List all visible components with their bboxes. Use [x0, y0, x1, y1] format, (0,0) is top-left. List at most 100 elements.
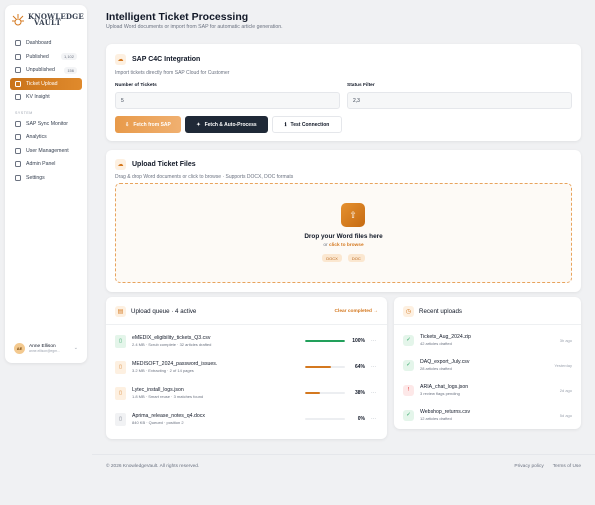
fetch-from-sap-button[interactable]: ⇩ Fetch from SAP	[115, 116, 181, 133]
sidebar-item-unpublished[interactable]: Unpublished 156	[10, 64, 82, 76]
recent-uploads-card: ◷ Recent uploads ✓ Tickets_Aug_2024.zip 42…	[394, 297, 581, 429]
sidebar-item-admin-panel[interactable]: Admin Panel	[10, 158, 82, 170]
cloud-icon: ☁	[115, 54, 126, 65]
sparkle-icon: ✦	[196, 121, 201, 128]
user-email: anne.ellison@egm...	[29, 348, 60, 353]
check-icon: ✓	[403, 359, 414, 371]
sidebar-item-user-management[interactable]: User Management	[10, 145, 82, 157]
dropzone-title: Drop your Word files here	[304, 233, 383, 240]
sidebar-item-ticket-upload[interactable]: Ticket Upload	[10, 77, 82, 90]
insight-icon	[15, 94, 21, 100]
queue-row[interactable]: ▯ eMEDIX_eligibility_tickets_Q3.csv 2.4 MB…	[115, 330, 378, 352]
progress-bar	[305, 417, 345, 421]
queue-row[interactable]: ▯ MEDISOFT_2024_password_issues. 3.2 MB · …	[115, 356, 378, 378]
recent-row[interactable]: ✓ Tickets_Aug_2024.zip 42 articles drafted…	[403, 329, 572, 351]
clear-completed-link[interactable]: Clear completed →	[335, 309, 378, 314]
file-meta: 2.4 MB · Scrub complete · 32 articles dr…	[132, 342, 212, 348]
upload-card-title: Upload Ticket Files	[132, 161, 196, 168]
brand-line-2: VAULT	[34, 18, 61, 27]
users-icon	[15, 147, 21, 154]
file-name: MEDISOFT_2024_password_issues.	[132, 360, 218, 367]
privacy-link[interactable]: Privacy policy	[514, 464, 543, 469]
test-connection-button[interactable]: ℹ Test Connection	[272, 116, 342, 133]
terms-link[interactable]: Terms of Use	[553, 464, 581, 469]
status-filter-label: Status Filter	[347, 83, 375, 88]
check-icon: ✓	[403, 409, 414, 421]
timestamp: 5d ago	[559, 412, 572, 418]
sidebar-item-dashboard[interactable]: Dashboard	[10, 37, 82, 49]
avatar: AE	[14, 342, 25, 354]
sidebar-item-label: Dashboard	[26, 40, 52, 46]
nav-section-label: SYSTEM	[15, 110, 33, 115]
sidebar-item-label: Admin Panel	[26, 161, 56, 167]
user-menu[interactable]: AE Anne Ellison anne.ellison@egm... ⌄	[10, 338, 82, 358]
queue-title: Upload queue · 4 active	[131, 308, 197, 315]
shield-icon	[15, 161, 21, 167]
tickets-count-label: Number of Tickets	[115, 83, 157, 88]
recent-row[interactable]: ✓ Webshop_returns.csv 12 articles drafted 5…	[403, 404, 572, 426]
progress-bar	[305, 391, 345, 395]
tickets-count-input[interactable]: 5	[115, 92, 340, 109]
alert-icon: !	[403, 384, 414, 396]
file-name: eMEDIX_eligibility_tickets_Q3.csv	[132, 334, 211, 341]
more-options-icon[interactable]: ···	[371, 364, 376, 370]
sidebar-item-label: Ticket Upload	[26, 80, 58, 87]
page-subtitle: Upload Word documents or import from SAP…	[106, 24, 283, 30]
sidebar-item-label: Analytics	[26, 134, 47, 140]
file-meta: 3 review flags pending	[420, 391, 460, 397]
vault-logo-icon	[11, 13, 25, 27]
sidebar-item-sap-sync[interactable]: SAP Sync Monitor	[10, 118, 82, 130]
divider	[106, 324, 387, 325]
progress-percent: 100%	[352, 338, 365, 344]
progress-percent: 64%	[354, 364, 365, 370]
upload-icon: ⇧	[341, 203, 365, 227]
progress-fill	[305, 391, 321, 395]
file-dropzone[interactable]: ⇧ Drop your Word files here or click to …	[115, 183, 572, 283]
sap-card-desc: Import tickets directly from SAP Cloud f…	[115, 70, 230, 76]
dropzone-subtitle: or click to browse	[116, 243, 571, 248]
progress-percent: 38%	[354, 390, 365, 396]
brand-logo[interactable]: KNOWLEDGE VAULT	[5, 5, 87, 33]
sync-icon	[15, 120, 21, 127]
recent-row[interactable]: ✓ DAQ_export_July.csv 28 articles drafted Y…	[403, 354, 572, 376]
more-options-icon[interactable]: ···	[371, 390, 376, 396]
fetch-auto-process-button[interactable]: ✦ Fetch & Auto-Process	[185, 116, 268, 133]
more-options-icon[interactable]: ···	[371, 416, 376, 422]
file-meta: 1.8 MB · Smart reuse · 3 matches found	[132, 394, 204, 400]
sap-card-title: SAP C4C Integration	[132, 56, 201, 63]
sidebar-item-label: KV Insight	[26, 94, 50, 100]
queue-row[interactable]: ▯ Aprima_release_notes_q4.docx 840 KB · Qu…	[115, 408, 378, 430]
file-name: Tickets_Aug_2024.zip	[420, 333, 471, 340]
sidebar-item-analytics[interactable]: Analytics	[10, 131, 82, 143]
sidebar: KNOWLEDGE VAULT Dashboard Published 1,10…	[5, 5, 87, 363]
sidebar-item-label: Settings	[26, 174, 45, 181]
chevron-down-icon[interactable]: ⌄	[74, 345, 78, 351]
queue-row[interactable]: ▯ Lytec_install_logs.json 1.8 MB · Smart r…	[115, 382, 378, 404]
file-name: ARIA_chat_logs.json	[420, 383, 469, 390]
info-icon: ℹ	[284, 121, 287, 128]
progress-bar	[305, 365, 345, 369]
recent-title: Recent uploads	[419, 308, 462, 315]
status-filter-input[interactable]: 2,3	[347, 92, 572, 109]
sidebar-item-published[interactable]: Published 1,102	[10, 51, 82, 63]
file-meta: 12 articles drafted	[420, 416, 452, 422]
sidebar-item-settings[interactable]: Settings	[10, 172, 82, 184]
sidebar-item-label: Unpublished	[26, 67, 55, 73]
browse-link[interactable]: click to browse	[329, 243, 364, 248]
progress-percent: 0%	[357, 416, 365, 422]
check-icon: ✓	[403, 334, 414, 346]
footer-copyright: © 2026 KnowledgeVault. All rights reserv…	[106, 464, 200, 469]
grid-icon	[15, 40, 21, 46]
sidebar-item-label: SAP Sync Monitor	[26, 120, 68, 127]
footer-links: Privacy policy Terms of Use	[514, 464, 581, 469]
cloud-download-icon: ⇩	[125, 121, 130, 128]
test-connection-label: Test Connection	[290, 121, 330, 128]
upload-card-desc: Drag & drop Word documents or click to b…	[115, 174, 294, 180]
more-options-icon[interactable]: ···	[371, 338, 376, 344]
gear-icon	[15, 174, 21, 181]
page-title: Intelligent Ticket Processing	[106, 11, 249, 23]
timestamp: Yesterday	[554, 362, 572, 368]
sidebar-item-kv-insight[interactable]: KV Insight	[10, 91, 82, 103]
recent-row[interactable]: ! ARIA_chat_logs.json 3 review flags pendi…	[403, 379, 572, 401]
history-icon: ◷	[403, 306, 414, 317]
